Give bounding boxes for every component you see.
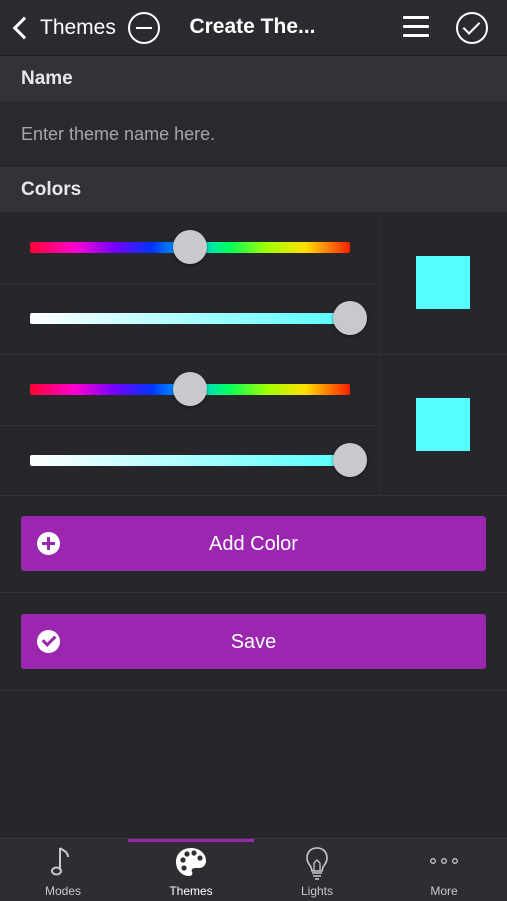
remove-icon[interactable]: [128, 12, 160, 44]
row-divider: [0, 425, 380, 426]
name-section-header: Name: [0, 56, 507, 101]
saturation-slider-2[interactable]: [30, 455, 350, 466]
colors-section-header: Colors: [0, 167, 507, 212]
row-divider: [0, 354, 507, 355]
tab-more[interactable]: More: [381, 839, 507, 901]
saturation-slider-2-thumb[interactable]: [333, 443, 367, 477]
hue-slider-2-thumb[interactable]: [173, 372, 207, 406]
name-row: [0, 101, 507, 166]
tab-themes-label: Themes: [169, 884, 213, 898]
divider: [0, 495, 507, 496]
add-color-button[interactable]: Add Color: [21, 516, 486, 571]
back-button[interactable]: Themes: [10, 12, 116, 44]
active-tab-indicator: [128, 839, 254, 842]
tab-more-label: More: [430, 884, 458, 898]
divider: [0, 592, 507, 593]
tab-modes-label: Modes: [44, 884, 82, 898]
colors-editor: [0, 213, 507, 495]
lightbulb-icon: [306, 847, 328, 880]
tab-lights[interactable]: Lights: [254, 839, 380, 901]
tab-lights-label: Lights: [300, 884, 334, 898]
save-label: Save: [230, 631, 277, 653]
color-swatch-1[interactable]: [416, 256, 470, 309]
more-dots-icon: [430, 858, 458, 864]
saturation-slider-1-thumb[interactable]: [333, 301, 367, 335]
nav-bar: Themes Create The...: [0, 0, 507, 56]
tab-modes[interactable]: Modes: [0, 839, 126, 901]
theme-name-input[interactable]: [21, 121, 481, 147]
tab-themes[interactable]: Themes: [128, 839, 254, 901]
add-color-label: Add Color: [209, 533, 298, 555]
saturation-slider-1[interactable]: [30, 313, 350, 324]
name-section-label: Name: [21, 68, 73, 89]
row-divider: [0, 283, 380, 284]
music-note-icon: [51, 847, 69, 876]
confirm-icon[interactable]: [456, 12, 488, 44]
palette-icon: [176, 848, 206, 876]
back-button-label: Themes: [40, 16, 116, 39]
menu-icon[interactable]: [403, 16, 429, 38]
colors-section-label: Colors: [21, 179, 82, 200]
chevron-left-icon: [12, 16, 36, 40]
color-swatch-2[interactable]: [416, 398, 470, 451]
page-title: Create The...: [189, 15, 316, 38]
hue-slider-1-thumb[interactable]: [173, 230, 207, 264]
tab-bar: Modes Themes Lights More: [0, 838, 507, 901]
divider: [0, 690, 507, 691]
save-button[interactable]: Save: [21, 614, 486, 669]
